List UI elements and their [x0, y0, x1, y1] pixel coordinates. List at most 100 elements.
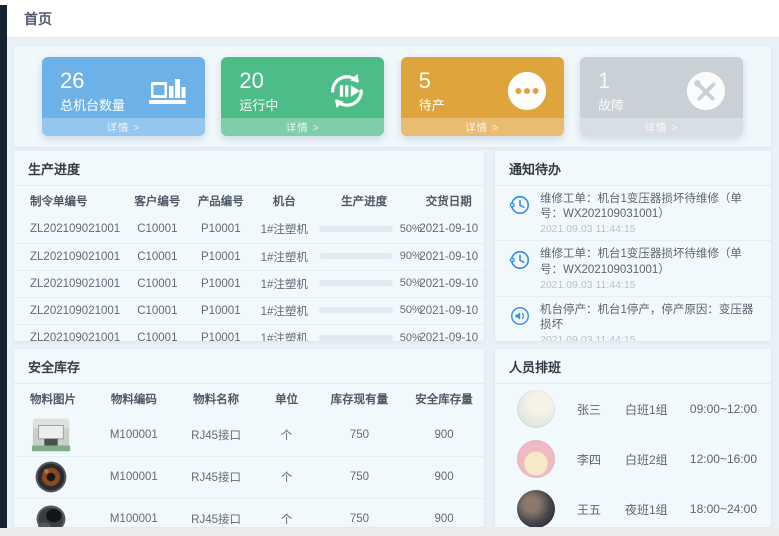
product-no-cell: P10001 — [188, 324, 254, 341]
inventory-col-header: 单位 — [258, 384, 314, 414]
inventory-col-header: 物料编码 — [94, 384, 174, 414]
safety-qty-cell: 900 — [404, 498, 484, 527]
customer-no-cell: C10001 — [127, 243, 188, 270]
round-speaker-image — [30, 459, 72, 495]
progress-bar: 50% — [319, 223, 422, 235]
unit-cell: 个 — [258, 498, 314, 527]
notification-text: 维修工单：机台1变压器损坏待维修（单号：WX202109031001） — [540, 247, 759, 277]
dashboard-content: 26总机台数量详情 >20运行中详情 >5待产详情 >1故障详情 > 生产进度 … — [7, 38, 779, 528]
unit-cell: 个 — [258, 456, 314, 498]
customer-no-cell: C10001 — [127, 297, 188, 324]
top-bar: 首页 — [0, 0, 779, 38]
notification-item[interactable]: 维修工单：机台1变压器损坏待维修（单号：WX202109031001）2021.… — [495, 186, 771, 241]
notification-list: 维修工单：机台1变压器损坏待维修（单号：WX202109031001）2021.… — [495, 186, 771, 341]
notification-item[interactable]: 维修工单：机台1变压器损坏待维修（单号：WX202109031001）2021.… — [495, 241, 771, 296]
shift-time: 09:00~12:00 — [690, 402, 757, 416]
progress-cell: 90% — [315, 243, 414, 270]
machine-icon — [148, 76, 188, 106]
stat-card-detail-link[interactable]: 详情 > — [221, 118, 384, 136]
stat-card-running[interactable]: 20运行中详情 > — [221, 57, 384, 136]
production-panel-title: 生产进度 — [14, 151, 484, 186]
progress-track — [319, 307, 393, 313]
stat-card-body: 20运行中 — [221, 57, 384, 118]
delivery-date-cell: 2021-09-10 — [413, 216, 484, 243]
delivery-date-cell: 2021-09-10 — [413, 243, 484, 270]
stat-card-value: 5 — [419, 67, 445, 95]
clock-icon — [509, 249, 531, 271]
schedule-row[interactable]: 李四白班2组12:00~16:00 — [495, 434, 771, 484]
inventory-col-header: 安全库存量 — [404, 384, 484, 414]
horizontal-scrollbar[interactable] — [0, 528, 779, 536]
staff-schedule-list: 张三白班1组09:00~12:00李四白班2组12:00~16:00王五夜班1组… — [495, 384, 771, 527]
staff-name: 张三 — [577, 401, 625, 418]
order-no-cell: ZL202109021001 — [14, 216, 127, 243]
stat-card-waiting[interactable]: 5待产详情 > — [401, 57, 564, 136]
stat-card-text: 20运行中 — [239, 67, 278, 114]
stat-card-text: 26总机台数量 — [60, 67, 125, 114]
material-code-cell: M100001 — [94, 498, 174, 527]
dashboard-grid: 生产进度 制令单编号客户编号产品编号机台生产进度交货日期 ZL202109021… — [14, 151, 771, 527]
product-no-cell: P10001 — [188, 270, 254, 297]
inventory-row[interactable]: M100001RJ45接口个750900 — [14, 498, 484, 527]
shift-label: 白班1组 — [625, 401, 690, 418]
unit-cell: 个 — [258, 414, 314, 456]
notification-icon-wrap — [509, 192, 531, 235]
production-row[interactable]: ZL202109021001C10001P100011#注塑机50%2021-0… — [14, 297, 484, 324]
safety-stock-panel-title: 安全库存 — [14, 349, 484, 384]
stat-card-detail-link[interactable]: 详情 > — [580, 118, 743, 136]
material-code-cell: M100001 — [94, 414, 174, 456]
shift-label: 夜班1组 — [625, 501, 690, 518]
stat-card-detail-link[interactable]: 详情 > — [401, 118, 564, 136]
stat-card-detail-link[interactable]: 详情 > — [42, 118, 205, 136]
material-name-cell: RJ45接口 — [174, 456, 259, 498]
staff-name: 王五 — [577, 501, 625, 518]
production-col-header: 制令单编号 — [14, 186, 127, 216]
progress-cell: 50% — [315, 270, 414, 297]
notification-time: 2021.09.03 11:44:15 — [540, 334, 759, 341]
stat-card-value: 1 — [598, 67, 624, 95]
notification-body: 维修工单：机台1变压器损坏待维修（单号：WX202109031001）2021.… — [540, 247, 759, 290]
stats-panel: 26总机台数量详情 >20运行中详情 >5待产详情 >1故障详情 > — [14, 46, 771, 147]
safety-stock-panel: 安全库存 物料图片物料编码物料名称单位库存现有量安全库存量 M100001RJ4… — [14, 349, 484, 527]
staff-name: 李四 — [577, 451, 625, 468]
shift-label: 白班2组 — [625, 451, 690, 468]
production-row[interactable]: ZL202109021001C10001P100011#注塑机90%2021-0… — [14, 243, 484, 270]
production-progress-panel: 生产进度 制令单编号客户编号产品编号机台生产进度交货日期 ZL202109021… — [14, 151, 484, 341]
stat-card-label: 待产 — [419, 95, 445, 114]
tools-icon — [685, 70, 727, 112]
production-row[interactable]: ZL202109021001C10001P100011#注塑机50%2021-0… — [14, 270, 484, 297]
stock-qty-cell: 750 — [315, 414, 404, 456]
production-col-header: 机台 — [254, 186, 315, 216]
stat-card-body: 26总机台数量 — [42, 57, 205, 118]
progress-bar: 90% — [319, 250, 422, 262]
schedule-row[interactable]: 王五夜班1组18:00~24:00 — [495, 484, 771, 527]
staff-schedule-panel-title: 人员排班 — [495, 349, 771, 384]
production-row[interactable]: ZL202109021001C10001P100011#注塑机50%2021-0… — [14, 324, 484, 341]
schedule-row[interactable]: 张三白班1组09:00~12:00 — [495, 384, 771, 434]
stat-card-label: 运行中 — [239, 95, 278, 114]
sidebar-edge-strip — [0, 5, 7, 528]
production-col-header: 产品编号 — [188, 186, 254, 216]
progress-cell: 50% — [315, 297, 414, 324]
inventory-col-header: 物料名称 — [174, 384, 259, 414]
order-no-cell: ZL202109021001 — [14, 270, 127, 297]
stat-card-fault[interactable]: 1故障详情 > — [580, 57, 743, 136]
notification-item[interactable]: 机台停产：机台1停产，停产原因：变压器损坏2021.09.03 11:44:15 — [495, 297, 771, 341]
notification-body: 维修工单：机台1变压器损坏待维修（单号：WX202109031001）2021.… — [540, 192, 759, 235]
notification-text: 维修工单：机台1变压器损坏待维修（单号：WX202109031001） — [540, 192, 759, 222]
progress-track — [319, 226, 393, 232]
inventory-row[interactable]: M100001RJ45接口个750900 — [14, 414, 484, 456]
production-col-header: 生产进度 — [315, 186, 414, 216]
delivery-date-cell: 2021-09-10 — [413, 297, 484, 324]
inventory-col-header: 物料图片 — [14, 384, 94, 414]
machine-cell: 1#注塑机 — [254, 243, 315, 270]
stat-card-total-machines[interactable]: 26总机台数量详情 > — [42, 57, 205, 136]
progress-track — [319, 335, 393, 341]
notification-icon-wrap — [509, 303, 531, 341]
production-row[interactable]: ZL202109021001C10001P100011#注塑机50%2021-0… — [14, 216, 484, 243]
progress-cell: 50% — [315, 324, 414, 341]
notifications-panel-title: 通知待办 — [495, 151, 771, 186]
inventory-row[interactable]: M100001RJ45接口个750900 — [14, 456, 484, 498]
notification-time: 2021.09.03 11:44:15 — [540, 223, 759, 235]
staff-schedule-panel: 人员排班 张三白班1组09:00~12:00李四白班2组12:00~16:00王… — [495, 349, 771, 527]
